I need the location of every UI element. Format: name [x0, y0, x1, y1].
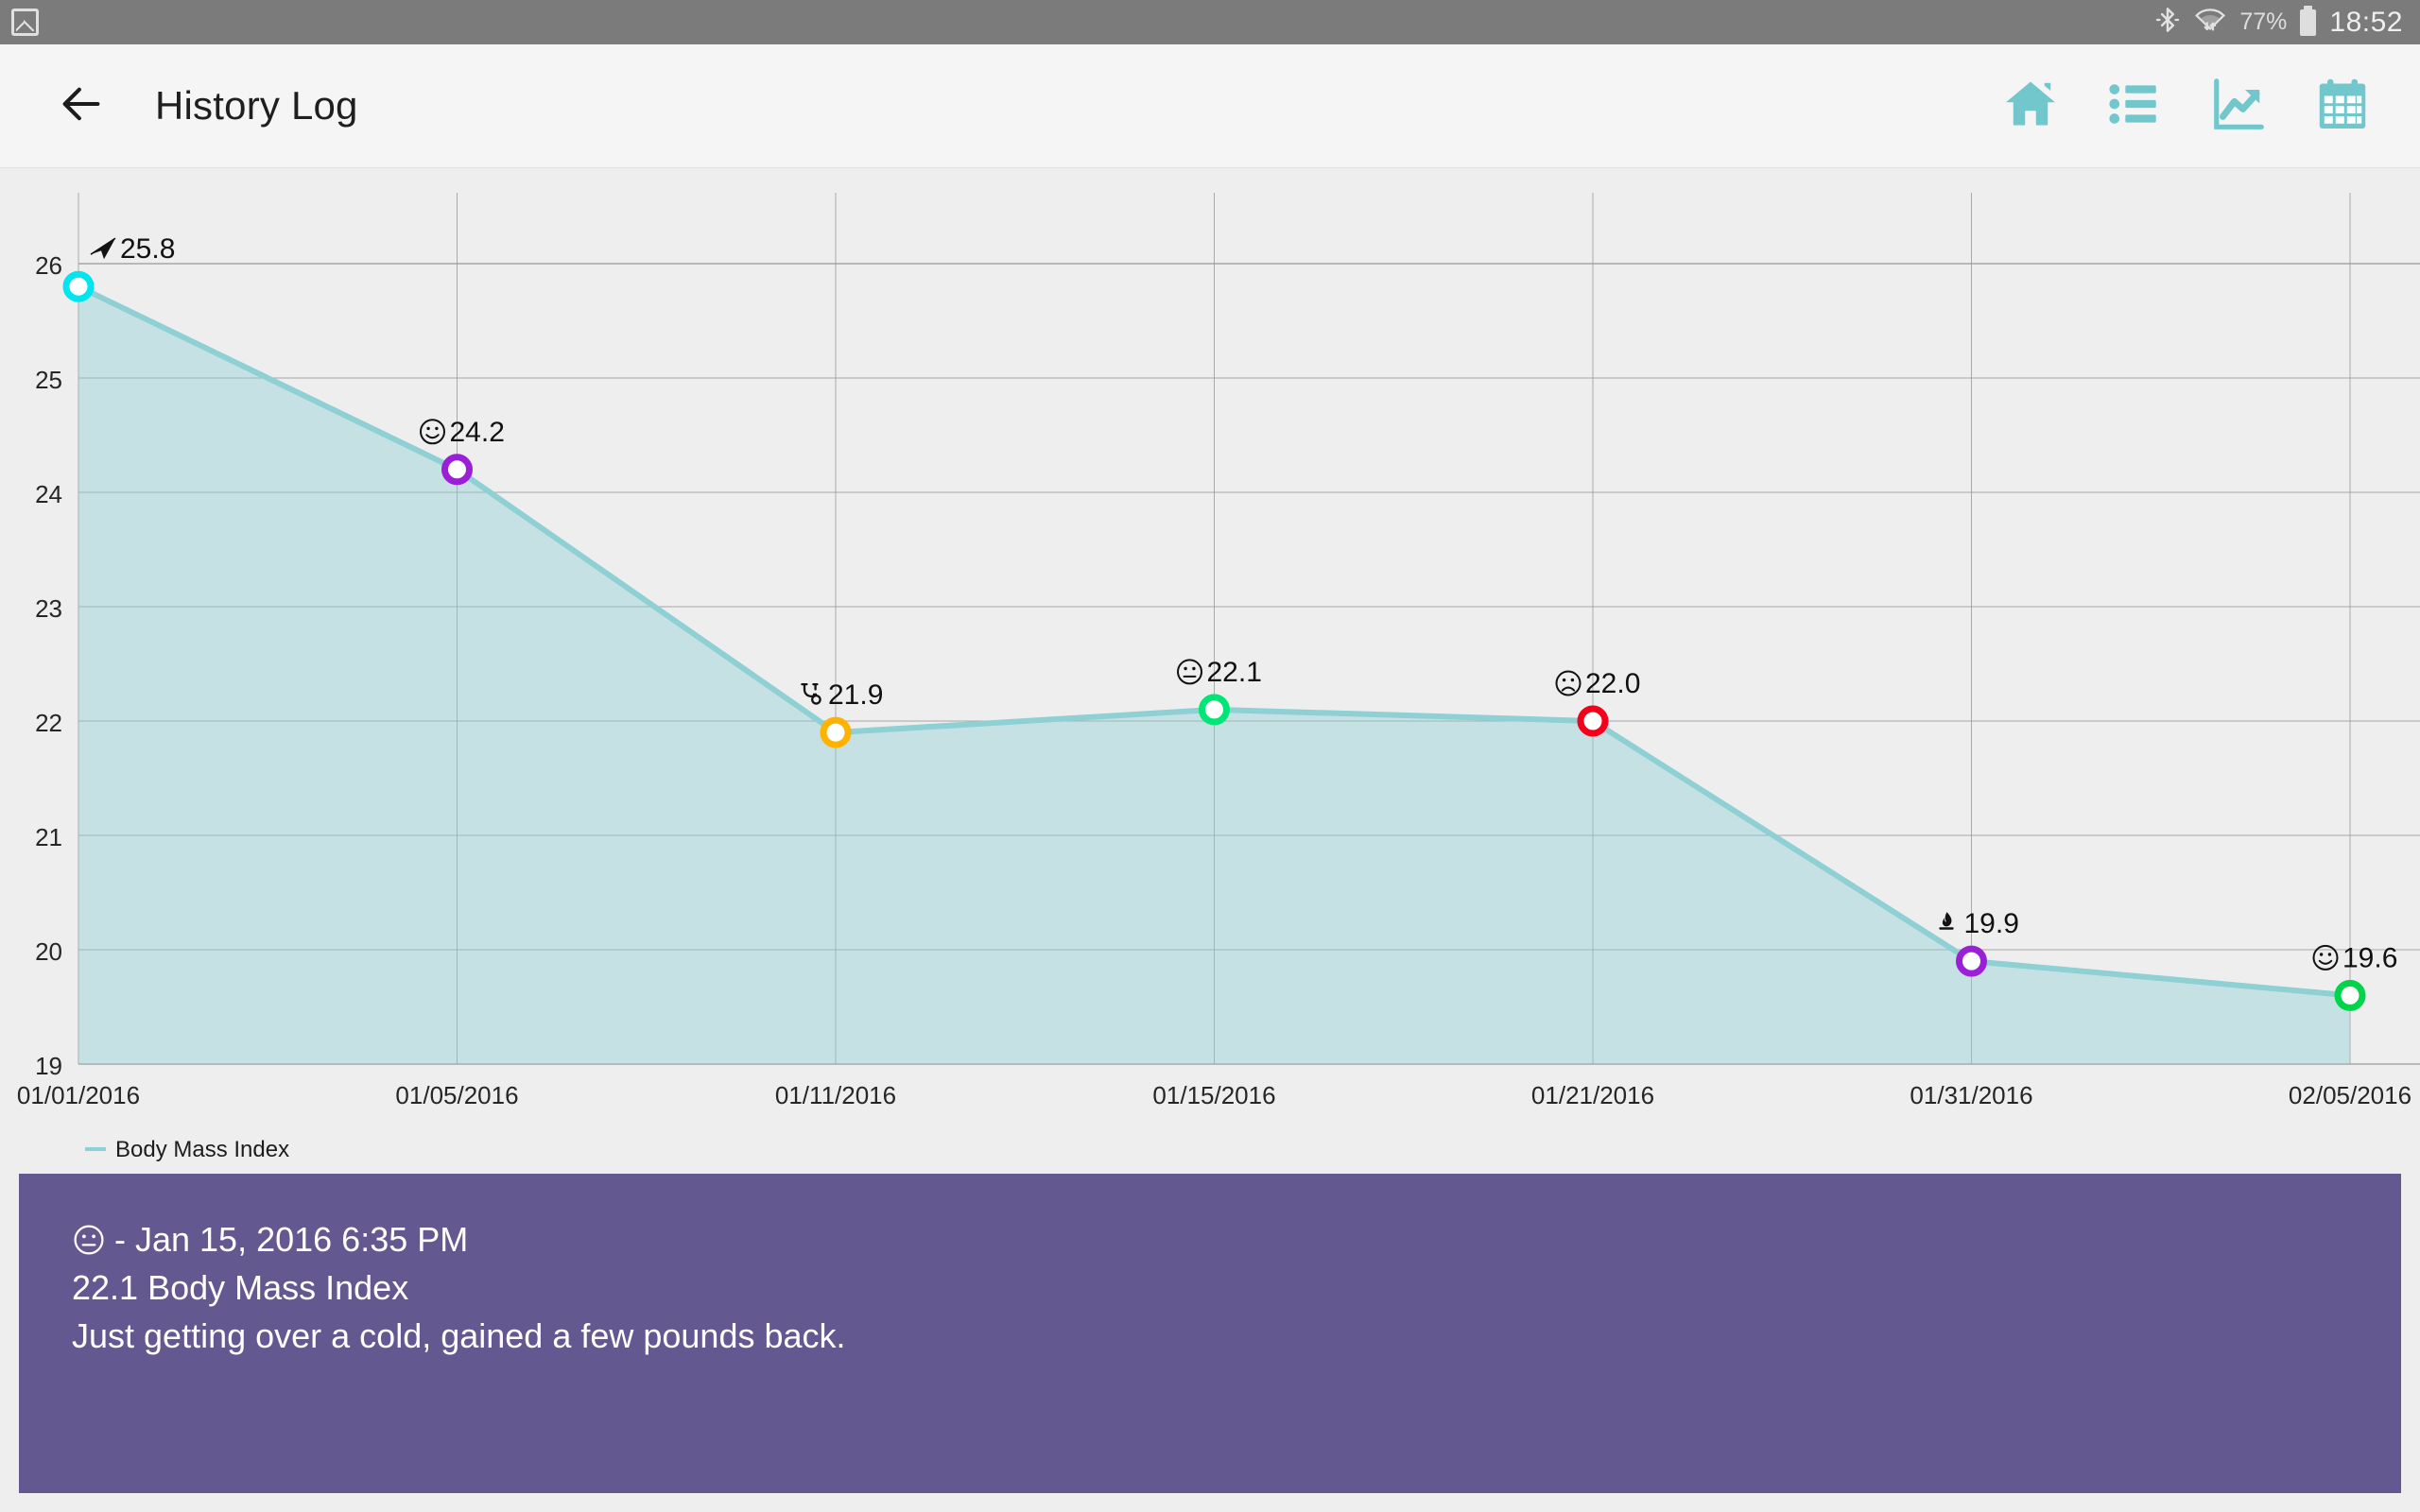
flame-icon [1939, 912, 1954, 930]
app-bar-actions [1995, 70, 2420, 142]
svg-text:25.8: 25.8 [120, 233, 175, 265]
chart-legend: Body Mass Index [85, 1137, 289, 1162]
svg-text:19.9: 19.9 [1964, 908, 2019, 939]
chart-point-label: 19.9 [1939, 908, 2019, 939]
home-button[interactable] [1995, 70, 2066, 142]
svg-text:19.6: 19.6 [2342, 942, 2397, 973]
list-icon [2107, 77, 2162, 136]
smiley-happy-icon [420, 419, 445, 445]
paper-plane-icon [90, 237, 116, 260]
chart-data-point[interactable] [820, 716, 852, 748]
back-arrow-icon [57, 79, 106, 133]
svg-text:19: 19 [35, 1052, 62, 1080]
entry-detail-card[interactable]: - Jan 15, 2016 6:35 PM 22.1 Body Mass In… [19, 1174, 2401, 1493]
bmi-line-chart[interactable]: 2625242322212019 01/01/2016 01/05/2016 01/… [0, 169, 2420, 1166]
svg-text:01/21/2016: 01/21/2016 [1531, 1081, 1654, 1109]
list-button[interactable] [2099, 70, 2170, 142]
page-title: History Log [155, 83, 358, 128]
detail-timestamp-row: - Jan 15, 2016 6:35 PM [72, 1215, 2401, 1263]
chart-point-label: 22.0 [1555, 668, 1640, 699]
chart-point-label: 25.8 [90, 233, 175, 265]
battery-icon [2300, 5, 2317, 36]
chart-point-label: 24.2 [420, 417, 505, 448]
svg-text:24.2: 24.2 [450, 417, 505, 448]
home-icon [2002, 76, 2059, 137]
chart-point-label: 22.1 [1177, 657, 1262, 688]
smiley-neutral-icon [72, 1223, 106, 1257]
image-chart-icon [11, 9, 39, 36]
svg-text:21.9: 21.9 [828, 679, 883, 711]
svg-text:01/31/2016: 01/31/2016 [1910, 1081, 2032, 1109]
chart-button[interactable] [2203, 70, 2274, 142]
svg-text:24: 24 [35, 480, 62, 508]
svg-text:01/15/2016: 01/15/2016 [1152, 1081, 1275, 1109]
svg-text:21: 21 [35, 823, 62, 851]
smiley-neutral-icon [1177, 659, 1202, 685]
battery-percent-label: 77% [2239, 9, 2288, 35]
svg-text:23: 23 [35, 594, 62, 623]
status-bar-notifications [0, 9, 39, 36]
detail-note: Just getting over a cold, gained a few p… [72, 1316, 846, 1356]
chart-data-point[interactable] [1956, 945, 1987, 977]
stethoscope-icon [801, 682, 821, 705]
svg-text:01/05/2016: 01/05/2016 [395, 1081, 518, 1109]
smiley-sad-icon [1555, 670, 1582, 696]
svg-text:25: 25 [35, 366, 62, 394]
svg-text:01/01/2016: 01/01/2016 [17, 1081, 140, 1109]
chart-point-label: 19.6 [2312, 942, 2397, 973]
chart-panel[interactable]: 26 25 24 23 22 21 20 19 01/01/2016 01/05/2016 01/… [0, 169, 2420, 1166]
status-bar: 77% 18:52 [0, 0, 2420, 44]
calendar-button[interactable] [2307, 70, 2378, 142]
wifi-icon [2194, 6, 2226, 39]
detail-timestamp: - Jan 15, 2016 6:35 PM [114, 1220, 469, 1259]
calendar-icon [2314, 76, 2371, 137]
chart-x-axis-labels: 01/01/2016 01/05/2016 01/11/2016 01/15/2016… [17, 1081, 2411, 1109]
svg-text:22.1: 22.1 [1207, 657, 1262, 688]
detail-measurement: 22.1 Body Mass Index [72, 1268, 409, 1308]
back-button[interactable] [36, 60, 127, 151]
svg-text:01/11/2016: 01/11/2016 [775, 1081, 896, 1109]
svg-text:22.0: 22.0 [1585, 668, 1640, 699]
bluetooth-icon [2154, 6, 2181, 39]
clock-label: 18:52 [2329, 6, 2403, 38]
chart-data-point[interactable] [62, 270, 95, 302]
svg-text:26: 26 [35, 251, 62, 280]
app-bar: History Log [0, 44, 2420, 168]
status-bar-system-icons: 77% 18:52 [2154, 5, 2420, 39]
svg-text:Body Mass Index: Body Mass Index [115, 1137, 289, 1162]
chart-trending-up-icon [2209, 75, 2268, 138]
chart-point-label: 21.9 [801, 679, 883, 711]
chart-data-point[interactable] [2334, 979, 2366, 1011]
svg-text:20: 20 [35, 937, 62, 966]
chart-data-point[interactable] [1577, 705, 1609, 737]
svg-text:02/05/2016: 02/05/2016 [2289, 1081, 2411, 1109]
svg-text:22: 22 [35, 709, 62, 737]
chart-y-axis-labels: 26 25 24 23 22 21 20 19 [35, 251, 62, 1080]
chart-data-point[interactable] [441, 454, 473, 486]
chart-data-point[interactable] [1199, 694, 1230, 726]
